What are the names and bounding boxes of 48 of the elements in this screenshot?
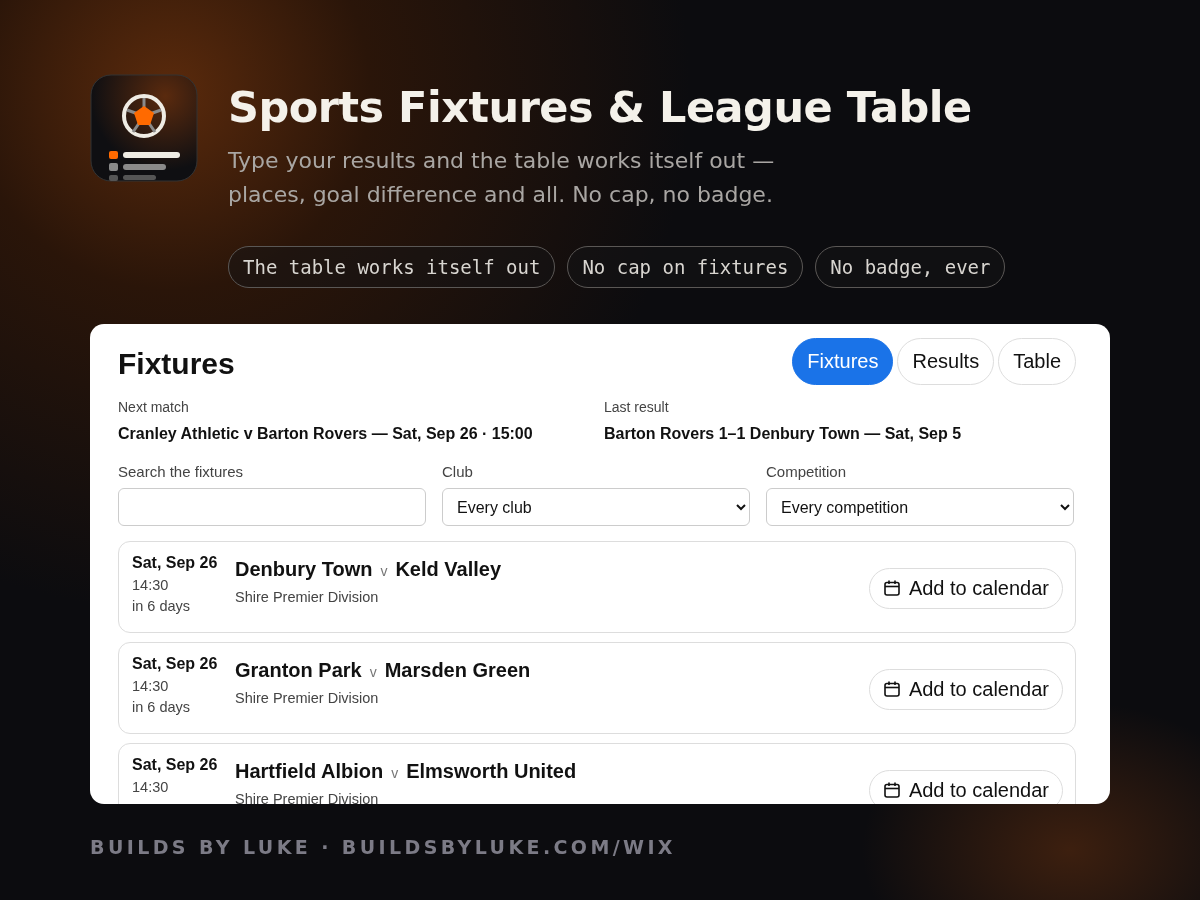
away-team: Marsden Green [384, 659, 531, 682]
calendar-icon [882, 680, 901, 698]
tab[interactable]: Table [998, 338, 1076, 385]
footer-credit: BUILDS BY LUKE · BUILDSBYLUKE.COM/WIX [90, 836, 677, 858]
versus-label: v [391, 765, 399, 781]
away-team: Elmsworth United [406, 760, 577, 783]
field-label: Competition [766, 463, 848, 480]
filter-dropdown[interactable]: Every competition [766, 488, 1074, 526]
versus-label: v [380, 563, 388, 579]
tab[interactable]: Fixtures [792, 338, 894, 385]
home-team: Hartfield Albion [235, 760, 384, 783]
away-team: Keld Valley [395, 558, 502, 581]
competition-name: Shire Premier Division [235, 791, 380, 804]
calendar-icon [882, 579, 901, 597]
fixture-time: 14:30 [132, 678, 170, 694]
panel-title: Fixtures [118, 346, 235, 381]
field-label: Club [442, 463, 474, 480]
fixture-countdown: in 6 days [132, 598, 192, 614]
summary-label: Last result [604, 399, 670, 415]
fixture-date: Sat, Sep 26 [132, 554, 219, 572]
fixture-date: Sat, Sep 26 [132, 655, 219, 673]
home-team: Granton Park [235, 659, 362, 682]
fixture-date: Sat, Sep 26 [132, 756, 219, 774]
fixture-countdown: in 6 days [132, 699, 192, 715]
versus-label: v [369, 664, 377, 680]
competition-name: Shire Premier Division [235, 589, 380, 605]
calendar-icon [882, 781, 901, 799]
feature-chip: No cap on fixtures [567, 246, 804, 288]
summary-value: Barton Rovers 1–1 Denbury Town — Sat, Sep 5 [604, 425, 963, 443]
feature-chip: No badge, ever [815, 246, 1006, 288]
summary-value: Cranley Athletic v Barton Rovers — Sat, Sep 26 · 15:00 [118, 425, 534, 443]
home-team: Denbury Town [235, 558, 373, 581]
page-title: Sports Fixtures & League Table [228, 82, 973, 132]
subtitle: places, goal difference and all. No cap, no badge. [228, 181, 774, 209]
add-to-calendar-button[interactable]: Add to calendar [868, 567, 1063, 609]
tab[interactable]: Results [897, 338, 995, 385]
app-logo-icon [90, 74, 198, 182]
filter-dropdown[interactable]: Every club [442, 488, 750, 526]
summary-label: Next match [118, 399, 190, 415]
fixture-time: 14:30 [132, 577, 170, 593]
add-to-calendar-button[interactable]: Add to calendar [868, 769, 1063, 804]
feature-chip: The table works itself out [228, 246, 556, 288]
field-label: Search the fixtures [118, 463, 245, 480]
fixture-time: 14:30 [132, 779, 170, 795]
add-to-calendar-button[interactable]: Add to calendar [868, 668, 1063, 710]
competition-name: Shire Premier Division [235, 690, 380, 706]
subtitle: Type your results and the table works itself out — [228, 147, 776, 175]
search-field[interactable] [118, 488, 426, 526]
